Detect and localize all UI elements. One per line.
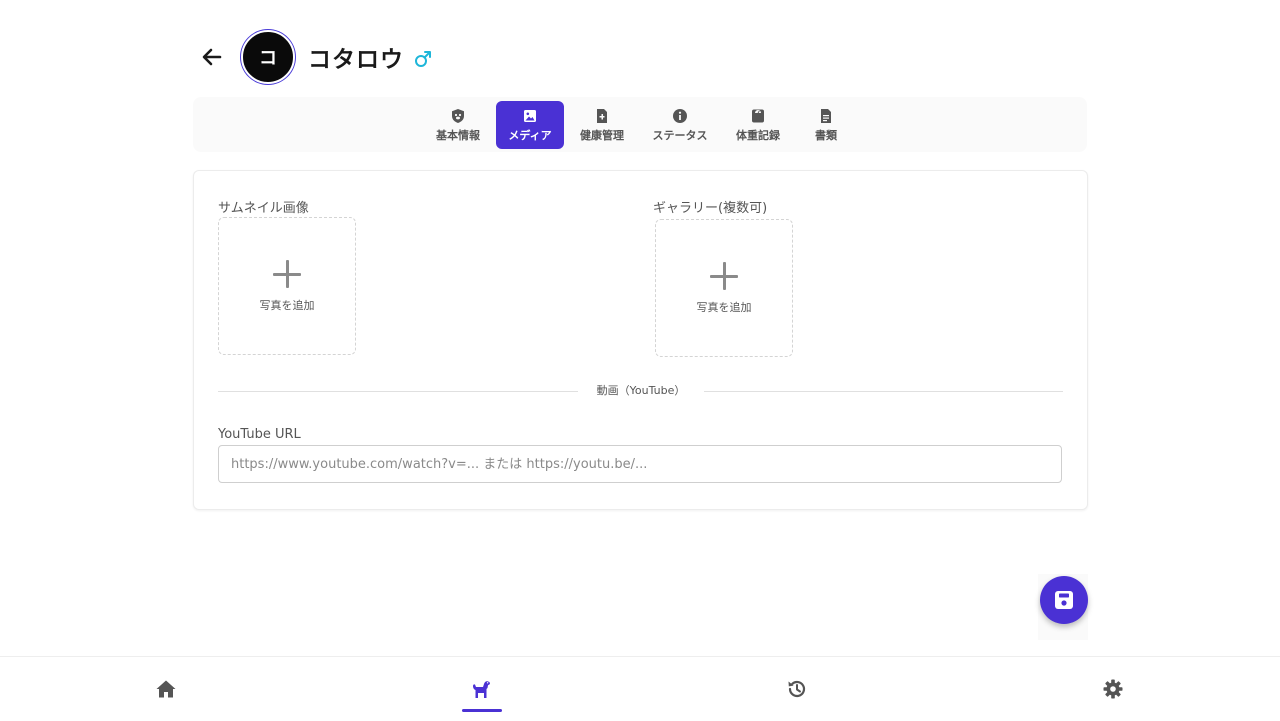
- tab-label: メディア: [508, 128, 552, 142]
- tab-health[interactable]: 健康管理: [568, 101, 636, 149]
- tab-label: 書類: [815, 128, 837, 142]
- gallery-label: ギャラリー(複数可): [653, 201, 768, 216]
- weight-icon: [750, 108, 766, 124]
- save-button[interactable]: [1040, 576, 1088, 624]
- tab-status[interactable]: ステータス: [644, 101, 716, 149]
- tab-label: 体重記録: [736, 128, 780, 142]
- tab-weight[interactable]: 体重記録: [725, 101, 791, 149]
- video-section-label: 動画（YouTube）: [578, 382, 704, 400]
- avatar[interactable]: コ: [241, 30, 295, 84]
- dog-icon: [473, 681, 490, 698]
- nav-settings[interactable]: [1083, 657, 1143, 721]
- fab-container: [1038, 574, 1088, 640]
- tab-label: ステータス: [652, 128, 708, 142]
- bottom-nav: [0, 656, 1280, 721]
- back-button[interactable]: [193, 38, 231, 76]
- tab-label: 健康管理: [580, 128, 624, 142]
- history-icon: [788, 680, 806, 698]
- arrow-left-icon: [202, 48, 222, 66]
- youtube-url-label: YouTube URL: [218, 427, 301, 442]
- avatar-initial: コ: [259, 48, 277, 69]
- gear-icon: [1103, 679, 1123, 699]
- gallery-upload-button[interactable]: 写真を追加: [655, 219, 793, 357]
- male-icon: [414, 50, 432, 68]
- file-medical-icon: [594, 108, 610, 124]
- detail-tabs: 基本情報 メディア 健康管理 ステータス 体重記録 書類: [193, 97, 1087, 152]
- media-card: サムネイル画像 写真を追加 ギャラリー(複数可) 写真を追加 動画（YouTub…: [193, 170, 1088, 510]
- nav-history[interactable]: [767, 657, 827, 721]
- plus-icon: [709, 261, 739, 291]
- pet-header: コ コタロウ: [193, 30, 432, 84]
- floppy-disk-icon: [1055, 591, 1073, 609]
- thumbnail-label: サムネイル画像: [218, 201, 309, 216]
- tab-media[interactable]: メディア: [496, 101, 564, 149]
- tab-documents[interactable]: 書類: [805, 101, 847, 149]
- tab-basic-info[interactable]: 基本情報: [425, 101, 491, 149]
- pet-name: コタロウ: [308, 47, 404, 73]
- info-icon: [672, 108, 688, 124]
- active-nav-indicator: [462, 709, 502, 712]
- image-icon: [522, 108, 538, 124]
- nav-home[interactable]: [136, 657, 196, 721]
- home-icon: [156, 680, 176, 698]
- gallery-add-text: 写真を追加: [696, 301, 752, 314]
- shield-paw-icon: [450, 108, 466, 124]
- youtube-url-input[interactable]: [218, 445, 1062, 483]
- thumbnail-upload-button[interactable]: 写真を追加: [218, 217, 356, 355]
- nav-pets[interactable]: [451, 657, 511, 721]
- thumbnail-add-text: 写真を追加: [259, 299, 315, 312]
- document-icon: [818, 108, 834, 124]
- plus-icon: [272, 259, 302, 289]
- tab-label: 基本情報: [436, 128, 480, 142]
